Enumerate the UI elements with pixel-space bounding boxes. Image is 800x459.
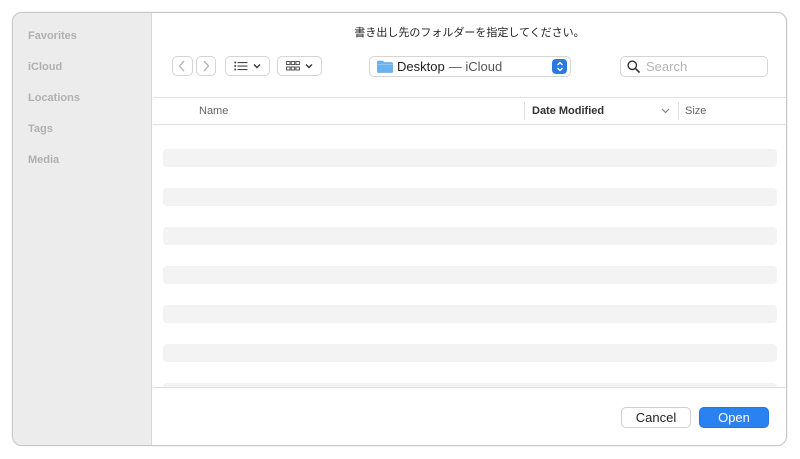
sidebar: Favorites iCloud Locations Tags Media <box>13 13 152 445</box>
sort-chevron-down-icon[interactable] <box>661 108 670 114</box>
dialog-footer: Cancel Open <box>153 387 786 445</box>
location-popup[interactable]: Desktop — iCloud <box>369 56 571 77</box>
sidebar-item-favorites[interactable]: Favorites <box>28 30 77 42</box>
up-down-chevron-icon <box>556 61 563 72</box>
cancel-button[interactable]: Cancel <box>621 407 691 428</box>
grid-icon <box>286 61 300 71</box>
column-divider[interactable] <box>524 102 525 120</box>
chevron-left-icon <box>178 60 185 72</box>
file-list <box>163 125 777 388</box>
column-date-modified[interactable]: Date Modified <box>532 98 604 124</box>
placeholder-row <box>163 305 777 323</box>
main-pane: 書き出し先のフォルダーを指定してください。 Desktop — iCloud S… <box>153 13 786 445</box>
dialog-title: 書き出し先のフォルダーを指定してください。 <box>354 27 585 39</box>
nav-buttons <box>172 56 219 76</box>
chevron-down-icon <box>253 64 261 69</box>
list-view-button[interactable] <box>225 56 270 76</box>
placeholder-row <box>163 266 777 284</box>
search-icon <box>627 60 640 73</box>
column-header: Name Date Modified Size <box>153 97 786 125</box>
sidebar-item-icloud[interactable]: iCloud <box>28 61 62 73</box>
sidebar-item-tags[interactable]: Tags <box>28 123 53 135</box>
forward-button[interactable] <box>195 56 216 76</box>
list-icon <box>234 61 248 71</box>
chevron-down-icon <box>305 64 313 69</box>
back-button[interactable] <box>172 56 193 76</box>
search-input[interactable] <box>646 59 756 74</box>
sidebar-item-media[interactable]: Media <box>28 154 59 166</box>
placeholder-row <box>163 344 777 362</box>
sidebar-item-locations[interactable]: Locations <box>28 92 80 104</box>
column-divider[interactable] <box>678 102 679 120</box>
grid-view-button[interactable] <box>277 56 322 76</box>
column-size[interactable]: Size <box>685 98 706 124</box>
placeholder-row <box>163 188 777 206</box>
location-sub: — iCloud <box>448 59 503 74</box>
chevron-right-icon <box>203 60 210 72</box>
placeholder-row <box>163 227 777 245</box>
open-button[interactable]: Open <box>699 407 769 428</box>
location-stepper[interactable] <box>552 59 567 74</box>
location-name: Desktop <box>397 59 445 74</box>
file-dialog: Favorites iCloud Locations Tags Media 書き… <box>12 12 787 446</box>
toolbar: Desktop — iCloud <box>153 56 786 78</box>
search-field[interactable] <box>620 56 768 77</box>
folder-icon <box>377 60 393 73</box>
column-name[interactable]: Name <box>199 98 228 124</box>
placeholder-row <box>163 149 777 167</box>
